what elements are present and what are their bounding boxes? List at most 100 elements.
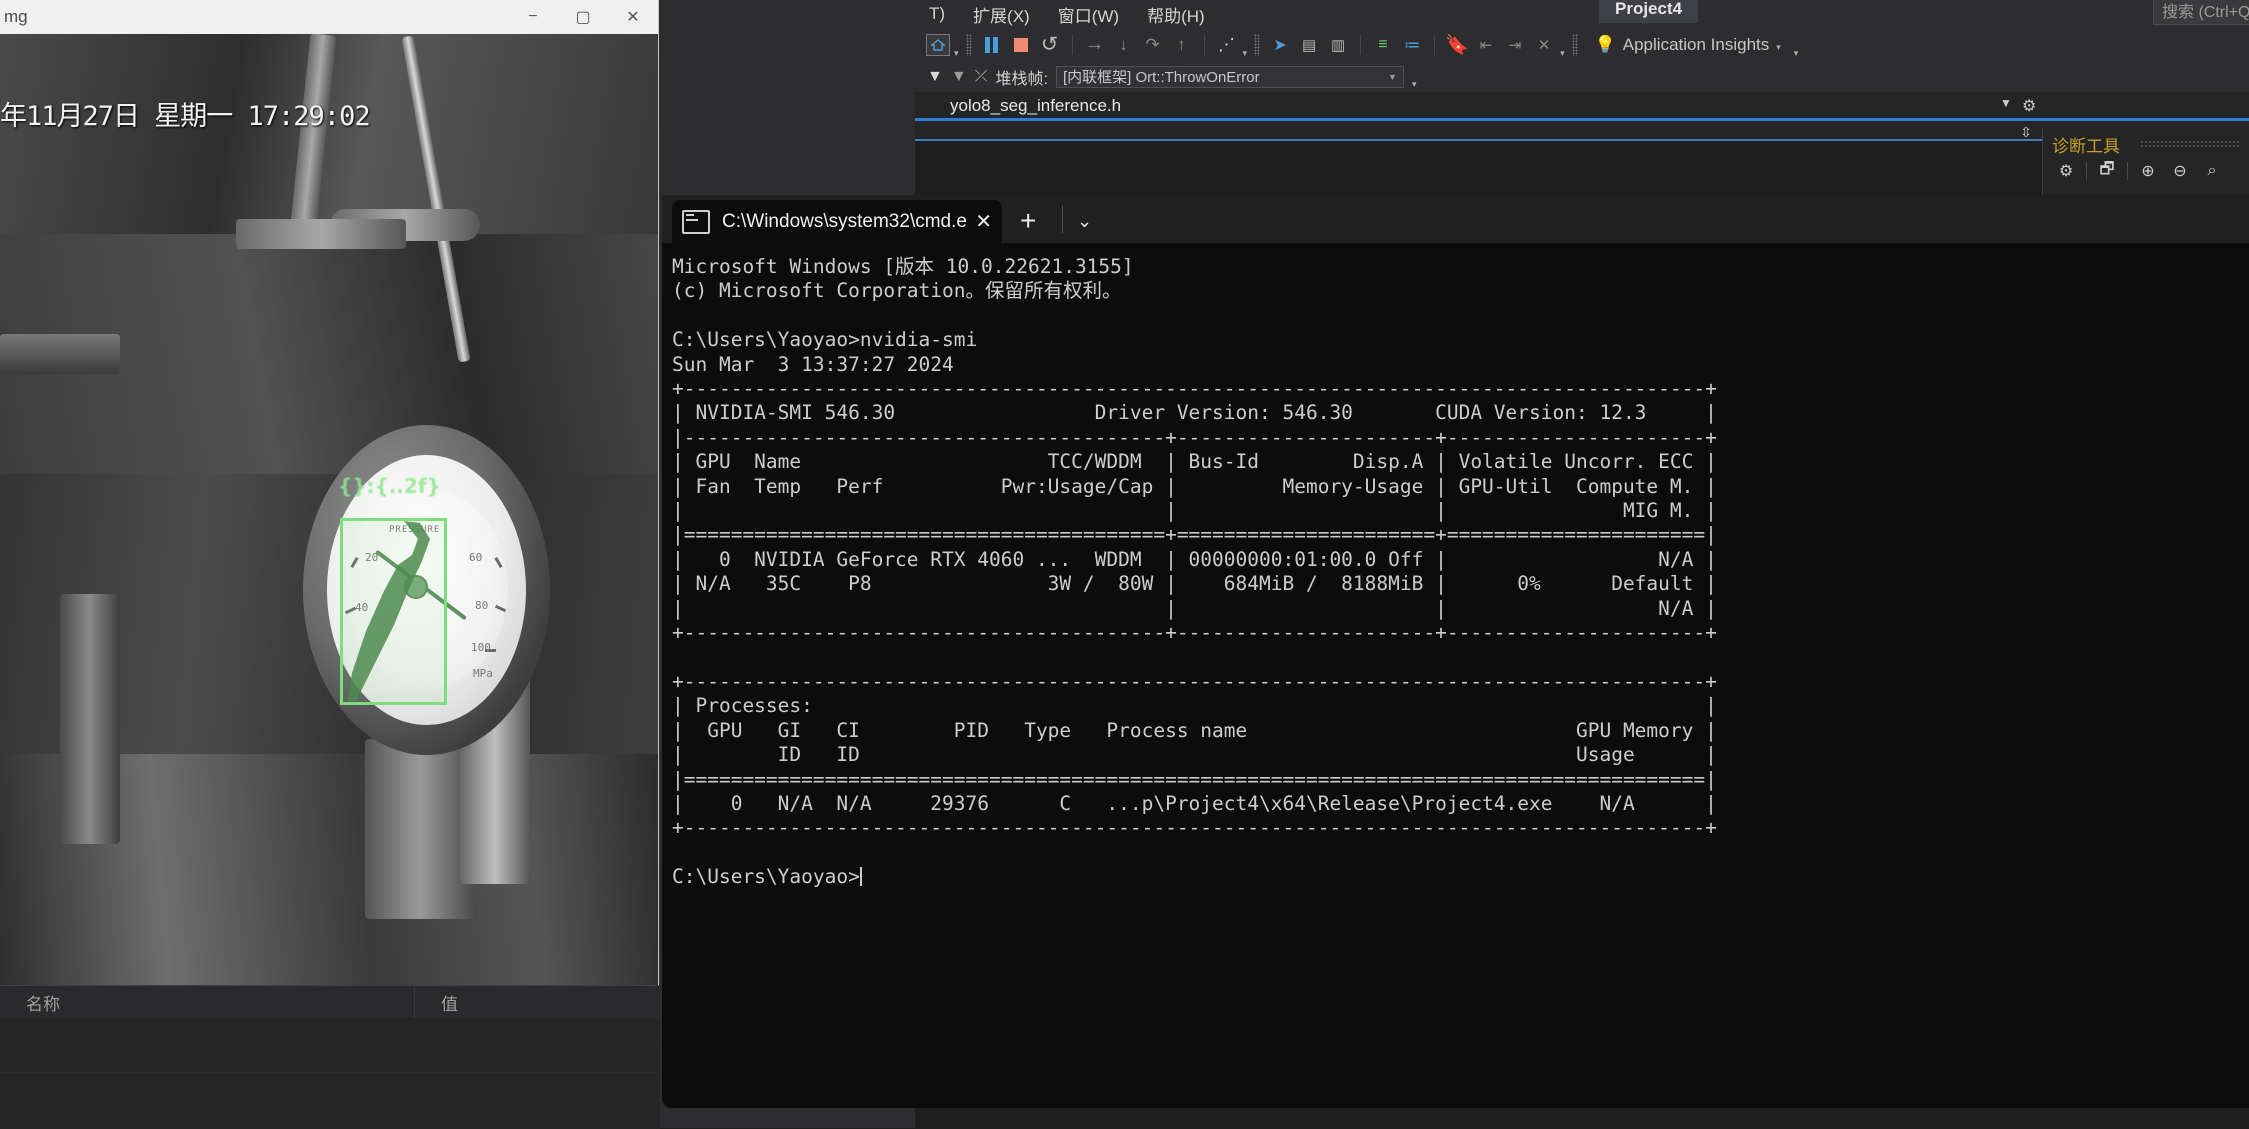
terminal-output[interactable]: Microsoft Windows [版本 10.0.22621.3155] (… (662, 243, 2249, 1108)
stack-frame-select[interactable]: [内联框架] Ort::ThrowOnError ▼ (1056, 66, 1404, 88)
minimize-button[interactable]: − (508, 0, 558, 34)
zoom-out-icon[interactable]: ⊖ (2166, 158, 2194, 184)
terminal-tab-cmd[interactable]: C:\Windows\system32\cmd.e ✕ (672, 200, 1002, 243)
watch-column-name[interactable]: 名称 (0, 986, 415, 1018)
gauge-number-100: 100 (471, 641, 491, 654)
new-tab-button[interactable]: + (1020, 207, 1036, 235)
toolbar-separator (1072, 35, 1073, 55)
debug-toolbar: ▾ ↺ → ↓ ↷ ↑ ⋰ ▾ ➤ ▤ ▥ ≡ ≔ 🔖 ⇤ ⇥ ✕ ▾ 💡 Ap… (915, 28, 2249, 61)
uncomment-icon: ▥ (1331, 36, 1345, 54)
step-into-button[interactable]: ↓ (1111, 33, 1137, 57)
prev-bookmark-button[interactable]: ⇤ (1473, 33, 1499, 57)
terminal-line: (c) Microsoft Corporation。保留所有权利。 (672, 279, 2249, 303)
menu-item-help[interactable]: 帮助(H) (1133, 2, 1219, 27)
menu-item-extensions[interactable]: 扩展(X) (959, 2, 1044, 27)
gear-icon[interactable]: ⚙ (2052, 158, 2080, 184)
terminal-line: | GPU Name TCC/WDDM | Bus-Id Disp.A | Vo… (672, 450, 2249, 474)
export-icon[interactable]: 🗗 (2093, 158, 2121, 184)
outdent-button[interactable]: ≔ (1399, 33, 1425, 57)
separator-2 (2127, 162, 2128, 180)
terminal-line: | Processes: | (672, 694, 2249, 718)
toolbar-separator-3 (1360, 35, 1361, 55)
comment-button[interactable]: ▤ (1296, 33, 1322, 57)
zoom-reset-icon[interactable]: ⌕ (2198, 158, 2226, 184)
menu-item-window[interactable]: 窗口(W) (1044, 2, 1133, 27)
step-over-button[interactable]: ↷ (1140, 33, 1166, 57)
toolbar-grip-2[interactable] (1254, 34, 1260, 56)
indent-button[interactable]: ≡ (1370, 33, 1396, 57)
pause-icon (985, 37, 998, 53)
tab-settings-gear-icon[interactable]: ⚙ (2022, 96, 2036, 116)
next-bookmark-button[interactable]: ⇥ (1502, 33, 1528, 57)
toggle-bookmark-button[interactable]: 🔖 (1444, 33, 1470, 57)
shuffle-icon[interactable]: ⤫ (975, 68, 988, 86)
watch-column-value[interactable]: 值 (415, 986, 660, 1018)
terminal-line (672, 841, 2249, 865)
watch-rows-area[interactable] (0, 1018, 660, 1129)
terminal-line: +---------------------------------------… (672, 816, 2249, 840)
detection-bounding-box (340, 518, 447, 705)
indent-icon: ≡ (1378, 36, 1387, 54)
terminal-line: +---------------------------------------… (672, 377, 2249, 401)
continue-button[interactable]: → (1082, 33, 1108, 57)
terminal-line: | 0 NVIDIA GeForce RTX 4060 ... WDDM | 0… (672, 548, 2249, 572)
panel-grip-dots (2140, 140, 2240, 148)
project-tab[interactable]: Project4 (1599, 0, 1698, 23)
zoom-in-icon[interactable]: ⊕ (2134, 158, 2162, 184)
tab-yolo8-seg-inference-h[interactable]: yolo8_seg_inference.h (940, 92, 1131, 119)
gauge-unit-label: MPa (473, 667, 493, 680)
chevron-down-icon-2[interactable]: ▾ (1243, 48, 1248, 59)
vs-menu-bar: T) 扩展(X) 窗口(W) 帮助(H) 搜索 (Ctrl+Q) (915, 0, 2249, 28)
step-over-icon: ↷ (1145, 35, 1159, 55)
chevron-down-icon-5[interactable]: ▾ (1794, 48, 1799, 59)
pointer-button[interactable]: ➤ (1267, 33, 1293, 57)
uncomment-button[interactable]: ▥ (1325, 33, 1351, 57)
splitter-handle[interactable]: ⇳ (2018, 124, 2034, 140)
breakpoints-button[interactable]: ⋰ (1214, 33, 1240, 57)
tab-list-chevron-icon[interactable]: ▼ (2000, 96, 2012, 110)
toolbar-separator-4 (1434, 35, 1435, 55)
video-timestamp-overlay: 年11月27日 星期一 17:29:02 (0, 94, 370, 133)
start-debug-button[interactable] (925, 33, 951, 57)
restart-button[interactable]: ↺ (1037, 33, 1063, 57)
row-divider (0, 1044, 660, 1045)
terminal-line: | N/A 35C P8 3W / 80W | 684MiB / 8188MiB… (672, 572, 2249, 596)
application-insights-button[interactable]: 💡 Application Insights ▾ (1595, 35, 1781, 55)
outdent-icon: ≔ (1404, 35, 1420, 55)
text-cursor (860, 867, 862, 886)
filter-icon[interactable]: ▼ (927, 68, 943, 86)
pause-button[interactable] (979, 33, 1005, 57)
search-input[interactable]: 搜索 (Ctrl+Q) (2153, 0, 2249, 25)
toolbar-grip-3[interactable] (1572, 34, 1578, 56)
filter-alt-icon[interactable]: ▼ (951, 68, 967, 86)
clear-bookmarks-button[interactable]: ✕ (1531, 33, 1557, 57)
gauge-tick (494, 557, 502, 568)
step-out-button[interactable]: ↑ (1169, 33, 1195, 57)
close-button[interactable]: ✕ (608, 0, 658, 34)
terminal-line: C:\Users\Yaoyao>nvidia-smi (672, 328, 2249, 352)
maximize-button[interactable]: ▢ (558, 0, 608, 34)
application-insights-label: Application Insights (1623, 35, 1769, 55)
overflow-chevron-icon[interactable]: ▾ (1412, 79, 1417, 90)
detection-label: {}:{..2f} (338, 474, 441, 498)
terminal-line: | Fan Temp Perf Pwr:Usage/Cap | Memory-U… (672, 475, 2249, 499)
chevron-down-icon[interactable]: ⌄ (1077, 211, 1092, 232)
step-out-icon: ↑ (1177, 35, 1186, 55)
image-preview-window: mg − ▢ ✕ 年11月27日 星期一 17:29:02 (0, 0, 658, 985)
image-window-titlebar[interactable]: mg − ▢ ✕ (0, 0, 658, 34)
menu-item-0[interactable]: T) (915, 4, 959, 24)
chevron-down-icon-4[interactable]: ▾ (1776, 42, 1781, 53)
bookmark-icon: 🔖 (1445, 33, 1469, 57)
toolbar-grip[interactable] (966, 34, 972, 56)
segmentation-mask (346, 521, 447, 705)
terminal-line: |=======================================… (672, 523, 2249, 547)
chevron-down-icon[interactable]: ▾ (954, 48, 959, 59)
row-divider (0, 1072, 660, 1073)
watch-header-row: 名称 值 (0, 986, 660, 1019)
close-icon[interactable]: ✕ (969, 209, 992, 234)
chevron-down-icon-3[interactable]: ▾ (1560, 48, 1565, 59)
stop-button[interactable] (1008, 33, 1034, 57)
terminal-tab-title: C:\Windows\system32\cmd.e (722, 211, 969, 233)
diagnostic-tools-title: 诊断工具 (2052, 132, 2120, 157)
stack-frame-value: [内联框架] Ort::ThrowOnError (1063, 66, 1388, 87)
